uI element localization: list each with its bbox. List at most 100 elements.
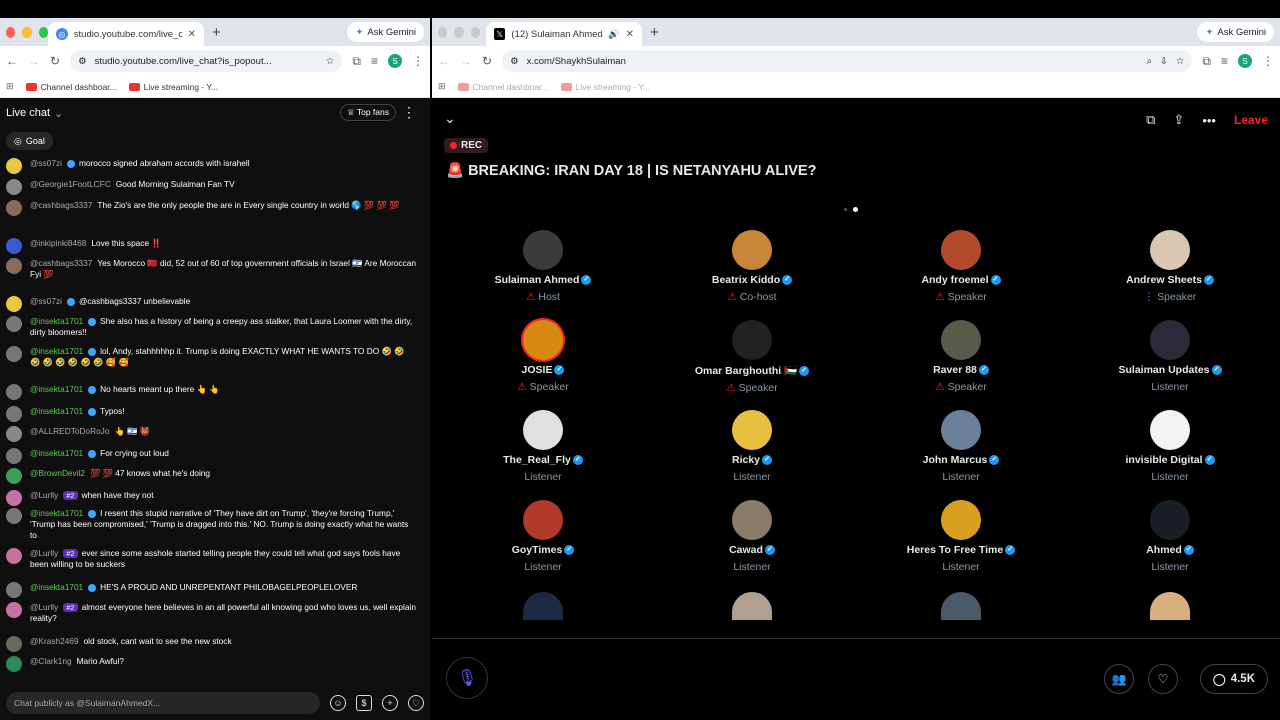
avatar[interactable] [6, 448, 22, 464]
author-name[interactable]: @Lurlly [30, 548, 58, 558]
bookmark-item[interactable]: Channel dashboar... [457, 82, 549, 92]
participant[interactable]: Ahmed ✓ Listener [1070, 500, 1270, 573]
author-name[interactable]: @Krash2469 [30, 636, 79, 646]
collapse-chevron-icon[interactable]: ⌄ [444, 110, 456, 127]
extension-icon[interactable]: ⧉ [1202, 54, 1211, 69]
participant[interactable]: GoyTimes ✓ Listener [443, 500, 643, 573]
back-icon[interactable]: ← [438, 54, 450, 68]
ask-gemini-button[interactable]: ✦ Ask Gemini [1197, 22, 1274, 42]
avatar[interactable] [732, 320, 772, 360]
zoom-icon[interactable]: ⌕ [1147, 56, 1152, 67]
participant[interactable]: Sulaiman Ahmed ✓ ⚠ Host [443, 230, 643, 303]
chat-message[interactable]: @insekta1701 lol, Andy, stahhhhhp it. Tru… [6, 346, 416, 368]
react-button[interactable]: ♡ [1148, 664, 1178, 694]
forward-icon[interactable]: → [28, 54, 40, 68]
chat-message[interactable]: @Lurlly #2 ever since some asshole started… [6, 548, 416, 570]
avatar[interactable] [941, 320, 981, 360]
chat-input-field[interactable]: Chat publicly as @SulaimanAhmedX... [6, 692, 320, 714]
avatar[interactable] [6, 296, 22, 312]
menu-kebab-icon[interactable]: ⋮ [412, 54, 424, 68]
bookmark-item[interactable]: Channel dashboar... [25, 82, 117, 92]
ask-gemini-button[interactable]: ✦ Ask Gemini [347, 22, 424, 42]
author-name[interactable]: @ss07zi [30, 296, 62, 306]
avatar[interactable] [941, 230, 981, 270]
participant[interactable]: Sulaiman Updates ✓ Listener [1070, 320, 1270, 393]
goal-chip[interactable]: ◎ Goal [6, 132, 53, 150]
avatar[interactable] [6, 200, 22, 216]
author-name[interactable]: @Lurlly [30, 602, 58, 612]
avatar[interactable] [1150, 230, 1190, 270]
audio-playing-icon[interactable]: 🔊 [608, 29, 619, 40]
participant[interactable]: Cawad ✓ Listener [652, 500, 852, 573]
page-dot-active[interactable] [853, 207, 858, 212]
chat-message[interactable]: @ss07zi @cashbags3337 unbelievable [6, 296, 416, 312]
avatar[interactable] [6, 384, 22, 400]
close-tab-icon[interactable]: ✕ [188, 29, 196, 40]
avatar[interactable] [6, 158, 22, 174]
page-dot[interactable] [844, 208, 847, 211]
chat-message[interactable]: @cashbags3337 Yes Morocco 🇲🇦 did, 52 out … [6, 258, 416, 280]
chat-message[interactable]: @Krash2469 old stock, cant wait to see th… [6, 636, 416, 652]
participant[interactable]: John Marcus ✓ Listener [861, 410, 1061, 483]
author-name[interactable]: @insekta1701 [30, 406, 83, 416]
close-window-button[interactable] [438, 26, 448, 38]
chat-message[interactable]: @ss07zi morocco signed abraham accords wi… [6, 158, 416, 174]
avatar[interactable] [6, 602, 22, 618]
add-icon[interactable]: + [382, 695, 398, 711]
avatar[interactable] [523, 592, 563, 620]
author-name[interactable]: @inkipinki8468 [30, 238, 86, 248]
participant[interactable]: Ricky ✓ Listener [652, 410, 852, 483]
chat-message[interactable]: @ALLREDToDoRoJo 👆 🇮🇱 👹 [6, 426, 416, 442]
more-icon[interactable]: ••• [1202, 113, 1216, 128]
author-name[interactable]: @ALLREDToDoRoJo [30, 426, 109, 436]
avatar[interactable] [6, 468, 22, 484]
avatar[interactable] [941, 410, 981, 450]
profile-avatar[interactable]: S [1238, 54, 1252, 68]
bookmark-item[interactable]: Live streaming - Y... [560, 82, 650, 92]
chat-message[interactable]: @cashbags3337 The Zio's are the only peop… [6, 200, 416, 216]
chat-message[interactable]: @inkipinki8468 Love this space ‼️ [6, 238, 416, 254]
avatar[interactable] [1150, 410, 1190, 450]
close-window-button[interactable] [6, 26, 16, 38]
author-name[interactable]: @ss07zi [30, 158, 62, 168]
avatar[interactable] [6, 346, 22, 362]
address-bar[interactable]: ⚙ studio.youtube.com/live_chat?is_popout… [70, 50, 343, 72]
bookmark-star-icon[interactable]: ☆ [326, 56, 335, 67]
site-info-icon[interactable]: ⚙ [510, 56, 519, 67]
new-tab-button[interactable]: + [650, 24, 659, 41]
chat-message[interactable]: @insekta1701 No hearts meant up there 👆 👆 [6, 384, 416, 400]
chat-message[interactable]: @insekta1701 I resent this stupid narrati… [6, 508, 416, 541]
author-name[interactable]: @Lurlly [30, 490, 58, 500]
chat-message[interactable]: @insekta1701 HE'S A PROUD AND UNREPENTANT… [6, 582, 416, 598]
avatar[interactable] [1150, 320, 1190, 360]
back-icon[interactable]: ← [6, 54, 18, 68]
chat-message[interactable]: @insekta1701 For crying out loud [6, 448, 416, 464]
avatar[interactable] [523, 500, 563, 540]
participant[interactable]: Heres To Free Time ✓ Listener [861, 500, 1061, 573]
author-name[interactable]: @cashbags3337 [30, 258, 92, 268]
avatar[interactable] [732, 410, 772, 450]
chat-menu-kebab-icon[interactable]: ⋮ [402, 104, 416, 121]
author-name[interactable]: @insekta1701 [30, 316, 83, 326]
top-fans-button[interactable]: ♕ Top fans [340, 104, 396, 121]
profile-avatar[interactable]: S [388, 54, 402, 68]
bookmark-star-icon[interactable]: ☆ [1176, 56, 1185, 67]
avatar[interactable] [1150, 500, 1190, 540]
avatar[interactable] [941, 500, 981, 540]
author-name[interactable]: @cashbags3337 [30, 200, 92, 210]
microphone-button[interactable]: 🎙 [446, 657, 488, 699]
participant[interactable]: invisible Digital ✓ Listener [1070, 410, 1270, 483]
dock-icon[interactable]: ⧉ [1146, 112, 1155, 128]
participant[interactable]: Omar Barghouthi 🇵🇸 ✓ ⚠ Speaker [652, 320, 852, 394]
avatar[interactable] [6, 238, 22, 254]
avatar[interactable] [523, 230, 563, 270]
chat-message[interactable]: @Clark1ng Mario Awful? [6, 656, 416, 672]
avatar[interactable] [6, 636, 22, 652]
people-button[interactable]: 👥 [1104, 664, 1134, 694]
participant[interactable]: JOSIE ✓ ⚠ Speaker [443, 320, 643, 393]
author-name[interactable]: @Clark1ng [30, 656, 72, 666]
reload-icon[interactable]: ↻ [50, 54, 60, 68]
apps-grid-icon[interactable]: ⊞ [6, 81, 14, 92]
minimize-window-button[interactable] [454, 26, 464, 38]
leave-button[interactable]: Leave [1234, 113, 1268, 127]
